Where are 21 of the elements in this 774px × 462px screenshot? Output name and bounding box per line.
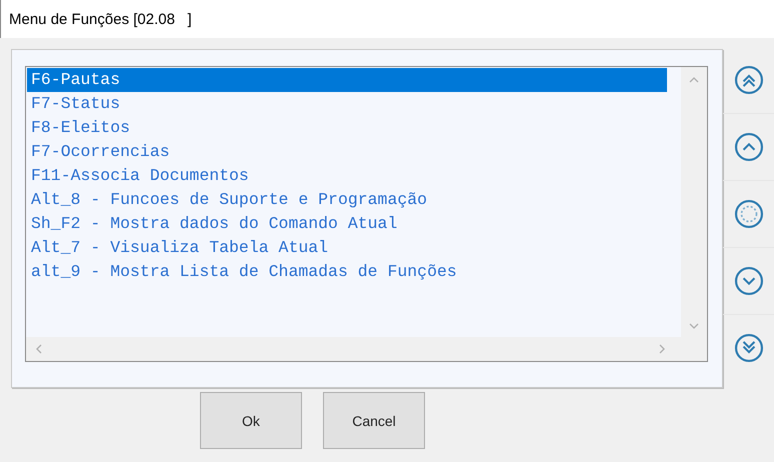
scroll-up-icon[interactable] (689, 77, 699, 83)
list-item[interactable]: F11-Associa Documentos (27, 164, 667, 188)
list-item[interactable]: Alt_8 - Funcoes de Suporte e Programação (27, 188, 667, 212)
double-chevron-up-icon[interactable] (734, 65, 764, 95)
window-title: Menu de Funções [02.08 ] (9, 10, 192, 28)
scroll-down-icon[interactable] (689, 323, 699, 329)
list-item[interactable]: F7-Ocorrencias (27, 140, 667, 164)
double-chevron-down-icon[interactable] (734, 333, 764, 363)
cancel-button[interactable]: Cancel (323, 392, 425, 449)
scroll-left-icon[interactable] (36, 344, 42, 354)
dotted-circle-icon[interactable] (734, 199, 764, 229)
list-item[interactable]: Alt_7 - Visualiza Tabela Atual (27, 236, 667, 260)
list-item[interactable]: F6-Pautas (27, 68, 667, 92)
scroll-right-icon[interactable] (659, 344, 665, 354)
list-item[interactable]: alt_9 - Mostra Lista de Chamadas de Funções (27, 260, 667, 284)
list-item[interactable]: F7-Status (27, 92, 667, 116)
ok-button[interactable]: Ok (200, 392, 302, 449)
list-item[interactable]: Sh_F2 - Mostra dados do Comando Atual (27, 212, 667, 236)
chevron-up-icon[interactable] (734, 132, 764, 162)
list-item[interactable]: F8-Eleitos (27, 116, 667, 140)
chevron-down-icon[interactable] (734, 266, 764, 296)
